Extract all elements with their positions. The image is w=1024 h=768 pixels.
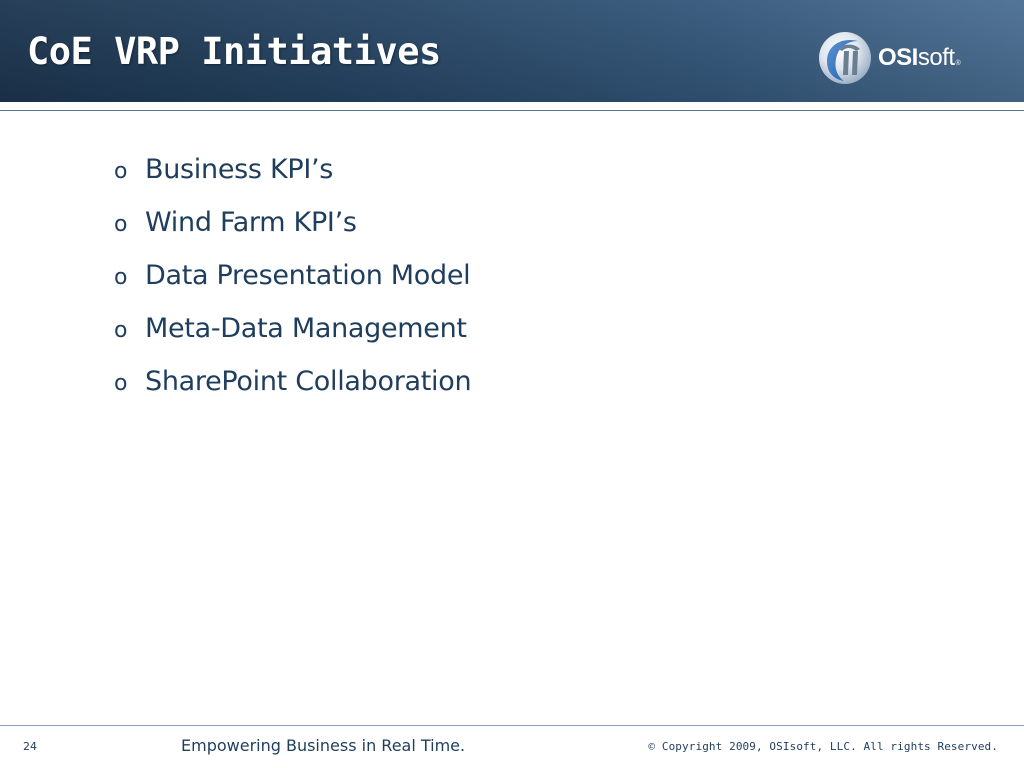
bullet-text: Wind Farm KPI’s (145, 207, 357, 238)
bullet-item: o Business KPI’s (114, 154, 471, 207)
bullet-marker-icon: o (114, 159, 128, 184)
footer-copyright: © Copyright 2009, OSIsoft, LLC. All righ… (648, 740, 998, 753)
bullet-item: o Meta-Data Management (114, 313, 471, 366)
bullet-text: Meta-Data Management (145, 313, 467, 344)
logo-text-light: soft (917, 44, 955, 71)
osisoft-wordmark: OSIsoft® (878, 44, 961, 71)
logo-registered-mark: ® (955, 60, 961, 67)
header-divider (0, 110, 1024, 111)
bullet-item: o SharePoint Collaboration (114, 366, 472, 419)
bullet-marker-icon: o (114, 212, 128, 237)
bullet-text: SharePoint Collaboration (145, 366, 472, 397)
osisoft-pi-logo-icon (819, 32, 871, 84)
bullet-item: o Wind Farm KPI’s (114, 207, 471, 260)
bullet-marker-icon: o (114, 318, 128, 343)
bullet-text: Data Presentation Model (145, 260, 471, 291)
osisoft-logo: OSIsoft® (818, 30, 961, 86)
bullet-text: Business KPI’s (145, 154, 334, 185)
bullet-list: o Business KPI’s o Wind Farm KPI’s o Dat… (114, 154, 472, 419)
bullet-marker-icon: o (114, 265, 128, 290)
footer-divider (0, 725, 1024, 726)
page-number: 24 (23, 740, 37, 753)
slide-title: CoE VRP Initiatives (27, 30, 441, 73)
bullet-item: o Data Presentation Model (114, 260, 471, 313)
bullet-marker-icon: o (114, 371, 128, 396)
slide-header-band: CoE VRP Initiatives OSIsoft® (0, 0, 1024, 102)
logo-text-bold: OSI (878, 44, 918, 71)
slide: CoE VRP Initiatives OSIsoft® o Business … (0, 0, 1024, 768)
footer-tagline: Empowering Business in Real Time. (181, 736, 466, 755)
